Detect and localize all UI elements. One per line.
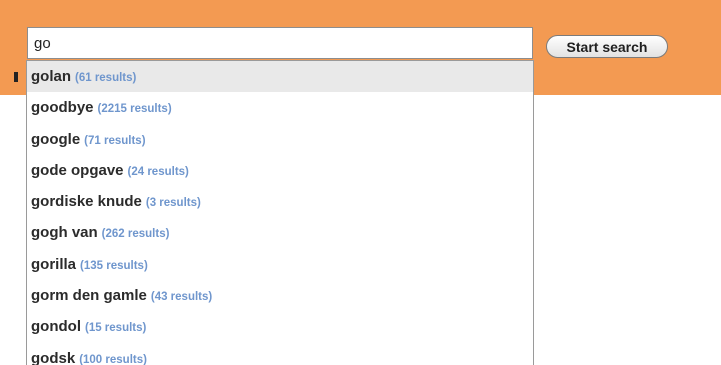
suggestion-item[interactable]: goodbye (2215 results) [27, 92, 533, 123]
start-search-button[interactable]: Start search [546, 35, 668, 58]
suggestion-item[interactable]: gordiske knude (3 results) [27, 186, 533, 217]
suggestion-item[interactable]: gode opgave (24 results) [27, 155, 533, 186]
suggestion-result-count: (135 results) [80, 259, 148, 272]
suggestion-result-count: (24 results) [127, 165, 189, 178]
suggestion-term: golan [31, 68, 71, 85]
autocomplete-dropdown: golan (61 results) goodbye (2215 results) go… [26, 60, 534, 365]
suggestion-term: goodbye [31, 99, 94, 117]
suggestion-result-count: (71 results) [84, 134, 146, 147]
suggestion-term: gogh van [31, 224, 98, 242]
suggestion-result-count: (262 results) [101, 228, 170, 241]
search-input[interactable] [27, 27, 533, 59]
suggestion-term: gondol [31, 318, 81, 336]
suggestion-result-count: (3 results) [145, 197, 201, 210]
pointer-marker-icon [14, 72, 18, 82]
suggestion-term: gorilla [31, 255, 77, 273]
suggestion-term: gordiske knude [31, 193, 142, 211]
suggestion-item[interactable]: golan (61 results) [27, 61, 533, 93]
suggestion-item[interactable]: gorm den gamle (43 results) [27, 280, 533, 311]
suggestion-term: gode opgave [31, 161, 124, 179]
suggestion-term: gorm den gamle [31, 287, 147, 305]
suggestion-result-count: (61 results) [75, 72, 137, 84]
suggestion-term: godsk [31, 349, 76, 365]
suggestion-term: google [31, 130, 81, 148]
suggestion-item[interactable]: gorilla (135 results) [27, 249, 533, 280]
suggestion-item[interactable]: godsk (100 results) [27, 343, 533, 365]
suggestion-result-count: (15 results) [84, 322, 147, 335]
suggestion-item[interactable]: gogh van (262 results) [27, 217, 533, 248]
suggestion-result-count: (43 results) [150, 291, 213, 304]
suggestion-result-count: (2215 results) [97, 103, 172, 116]
suggestion-item[interactable]: gondol (15 results) [27, 311, 533, 342]
suggestion-item[interactable]: google (71 results) [27, 124, 533, 155]
suggestion-result-count: (100 results) [79, 353, 147, 365]
